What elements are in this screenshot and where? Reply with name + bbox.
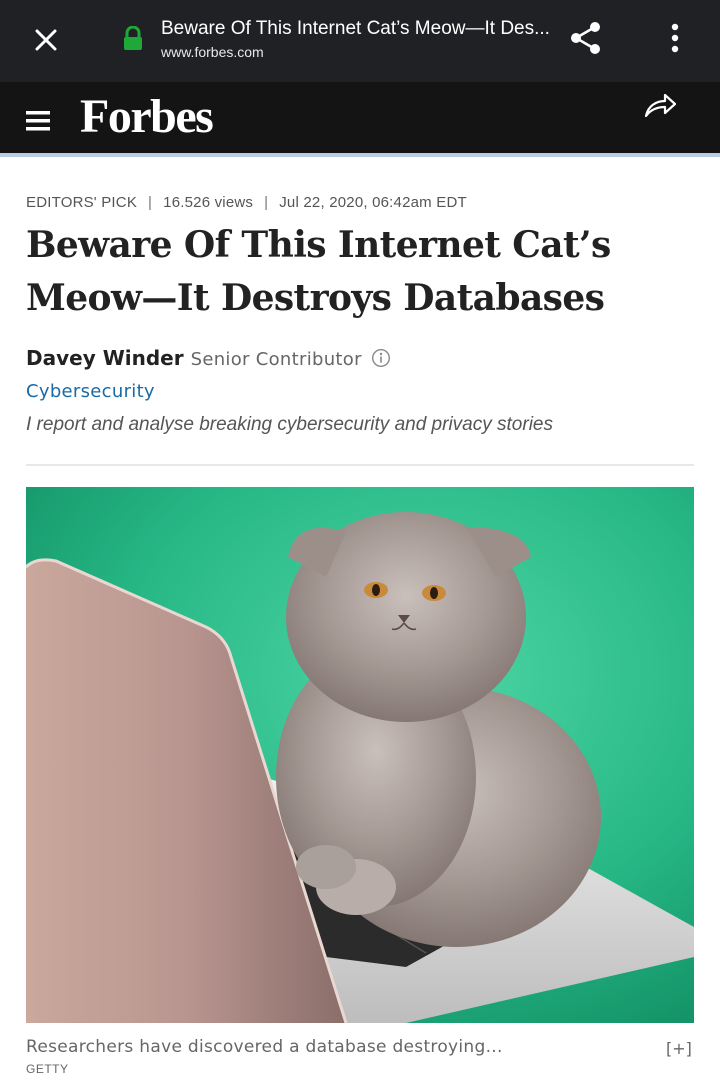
browser-toolbar: Beware Of This Internet Cat’s Meow—It De… [0, 0, 720, 82]
forbes-logo[interactable]: Forbes [80, 89, 214, 144]
share-arrow-icon[interactable] [638, 88, 680, 122]
meta-separator: | [148, 194, 153, 211]
section-link-cybersecurity[interactable]: Cybersecurity [26, 381, 155, 402]
close-icon[interactable] [26, 20, 66, 60]
author-bio: I report and analyse breaking cybersecur… [26, 414, 553, 435]
view-count: 16.526 views [163, 194, 254, 211]
info-icon[interactable] [371, 348, 391, 368]
author-role: Senior Contributor [190, 349, 362, 370]
caption-expand-button[interactable]: [+] [666, 1039, 692, 1058]
image-caption: Researchers have discovered a database d… [26, 1037, 503, 1057]
image-credit: GETTY [26, 1062, 69, 1076]
byline: Davey Winder Senior Contributor [26, 345, 391, 370]
lock-icon [122, 25, 144, 52]
publish-date: Jul 22, 2020, 06:42am EDT [279, 194, 467, 211]
hamburger-icon[interactable] [24, 109, 54, 133]
site-header: Forbes [0, 82, 720, 157]
meta-separator: | [264, 194, 269, 211]
article-meta: EDITORS' PICK | 16.526 views | Jul 22, 2020,… [26, 194, 467, 211]
page-url[interactable]: www.forbes.com [161, 44, 264, 60]
share-icon[interactable] [566, 18, 606, 58]
author-name[interactable]: Davey Winder [26, 346, 184, 370]
article-hero-image[interactable] [26, 487, 694, 1023]
more-vert-icon[interactable] [660, 18, 690, 58]
article-headline: Beware Of This Internet Cat’s Meow—It De… [26, 224, 611, 319]
page-title: Beware Of This Internet Cat’s Meow—It De… [161, 18, 550, 39]
divider [26, 464, 694, 466]
editors-pick-label: EDITORS' PICK [26, 194, 138, 211]
